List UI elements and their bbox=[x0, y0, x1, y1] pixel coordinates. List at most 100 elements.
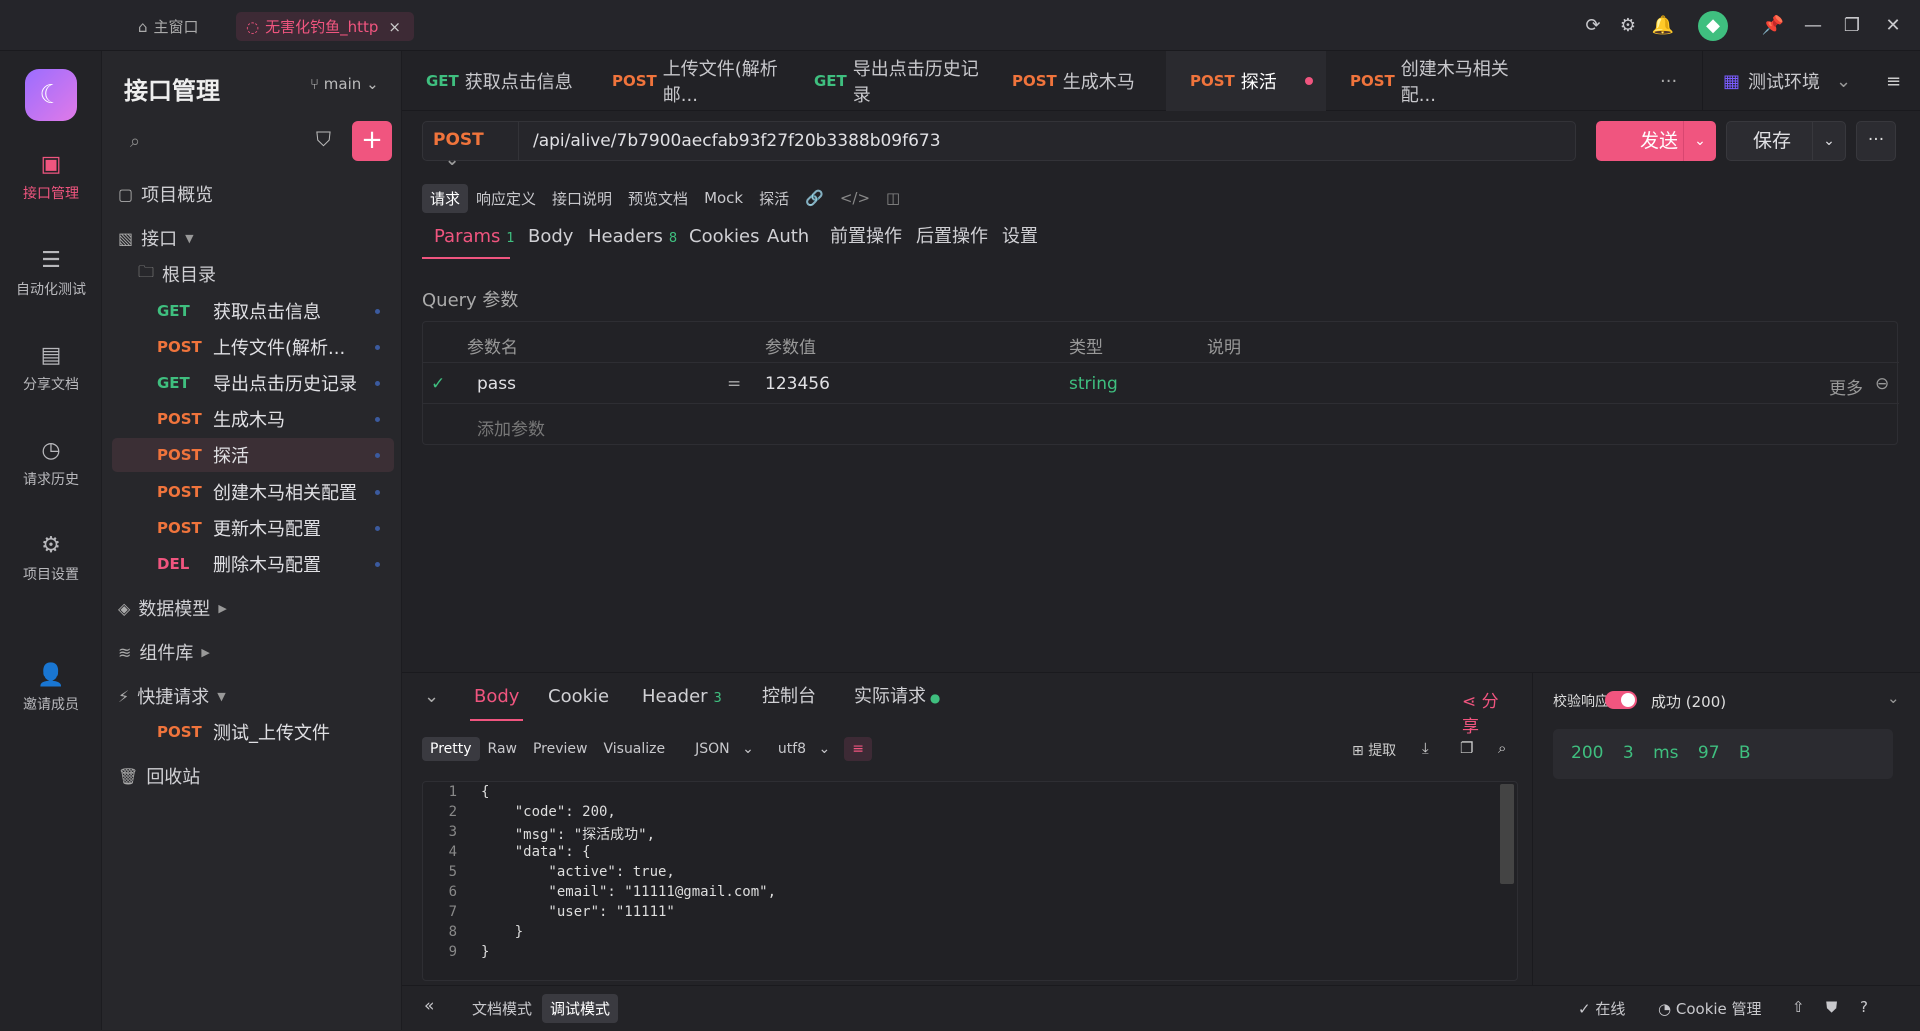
nav-share-doc[interactable]: ▤ 分享文档 bbox=[0, 343, 102, 394]
more-options-icon[interactable]: ··· bbox=[1856, 121, 1896, 161]
avatar[interactable]: ◆ bbox=[1698, 11, 1728, 41]
collapse-icon[interactable]: ⌄ bbox=[424, 673, 439, 721]
share-button[interactable]: ⋖ 分享 bbox=[1462, 687, 1512, 737]
param-name[interactable]: pass bbox=[477, 374, 516, 394]
search-icon[interactable]: ⌕ bbox=[1498, 739, 1506, 757]
request-tab[interactable]: POST 生成木马 bbox=[988, 51, 1166, 111]
api-item[interactable]: GET 导出点击历史记录 bbox=[112, 366, 394, 400]
upload-icon[interactable]: ⇧ bbox=[1792, 998, 1805, 1016]
chevron-down-icon[interactable]: ⌄ bbox=[1887, 689, 1900, 707]
subtab-preview[interactable]: 预览文档 bbox=[620, 184, 696, 213]
more-tabs-icon[interactable]: ··· bbox=[1650, 51, 1690, 111]
download-icon[interactable]: ⤓ bbox=[1422, 739, 1429, 757]
tab-body[interactable]: Body bbox=[528, 217, 573, 259]
online-status[interactable]: ✓ 在线 bbox=[1578, 998, 1625, 1019]
search-input[interactable]: ⌕ bbox=[116, 121, 306, 161]
project-tab[interactable]: ◌ 无害化钓鱼_http × bbox=[236, 12, 414, 41]
resp-tab-actual[interactable]: 实际请求 ● bbox=[854, 673, 940, 721]
fmt-raw[interactable]: Raw bbox=[480, 737, 525, 761]
subtab-mock[interactable]: Mock bbox=[696, 185, 751, 211]
add-button[interactable]: + bbox=[352, 121, 392, 161]
bell-icon[interactable]: 🔔 bbox=[1649, 12, 1677, 40]
refresh-icon[interactable]: ⟳ bbox=[1579, 12, 1607, 40]
lang-select[interactable]: JSON ⌄ bbox=[679, 737, 762, 761]
fmt-preview[interactable]: Preview bbox=[525, 737, 596, 761]
pin-icon[interactable]: 📌 bbox=[1759, 12, 1787, 40]
api-item[interactable]: POST 更新木马配置 bbox=[112, 511, 394, 545]
save-dropdown-icon[interactable]: ⌄ bbox=[1812, 122, 1845, 160]
tab-params[interactable]: Params 1 bbox=[422, 217, 515, 259]
menu-icon[interactable]: ≡ bbox=[1878, 51, 1918, 111]
request-tab[interactable]: GET 获取点击信息 bbox=[402, 51, 588, 111]
close-window-icon[interactable]: ✕ bbox=[1879, 12, 1907, 40]
nav-automation[interactable]: ☰ 自动化测试 bbox=[0, 248, 102, 299]
extract-button[interactable]: ⊞ 提取 bbox=[1352, 740, 1396, 760]
api-item[interactable]: POST 测试_上传文件 bbox=[112, 715, 394, 749]
subtab-alive[interactable]: 探活 bbox=[751, 184, 797, 213]
sidebar-item-apis[interactable]: ▧ 接口 ▼ bbox=[112, 221, 394, 255]
sidebar-item-root[interactable]: 🗀 根目录 bbox=[112, 257, 394, 291]
api-item[interactable]: DEL 删除木马配置 bbox=[112, 547, 394, 581]
fmt-pretty[interactable]: Pretty bbox=[422, 737, 480, 761]
sidebar-item-quick[interactable]: ⚡ 快捷请求 ▼ bbox=[112, 679, 394, 713]
env-selector[interactable]: ▦ 测试环境 ⌄ bbox=[1702, 51, 1862, 111]
tab-auth[interactable]: Auth bbox=[767, 217, 809, 259]
resp-tab-header[interactable]: Header 3 bbox=[642, 673, 722, 721]
collapse-sidebar-icon[interactable]: « bbox=[424, 996, 434, 1016]
nav-api-management[interactable]: ▣ 接口管理 bbox=[0, 152, 102, 203]
tab-post-ops[interactable]: 后置操作 bbox=[916, 217, 988, 259]
nav-settings[interactable]: ⚙ 项目设置 bbox=[0, 533, 102, 584]
param-more[interactable]: 更多 bbox=[1829, 374, 1863, 399]
save-button[interactable]: 保存 ⌄ bbox=[1726, 121, 1846, 161]
fmt-visualize[interactable]: Visualize bbox=[595, 737, 673, 761]
subtab-request[interactable]: 请求 bbox=[422, 183, 469, 213]
filter-icon[interactable]: ⛉ bbox=[316, 127, 331, 151]
validate-toggle[interactable] bbox=[1605, 691, 1637, 709]
cookie-management[interactable]: ◔ Cookie 管理 bbox=[1658, 998, 1762, 1019]
tab-pre-ops[interactable]: 前置操作 bbox=[830, 217, 902, 259]
param-value[interactable]: 123456 bbox=[765, 374, 830, 394]
link-icon[interactable]: 🔗 bbox=[797, 185, 832, 211]
tab-cookies[interactable]: Cookies bbox=[689, 217, 759, 259]
send-dropdown-icon[interactable]: ⌄ bbox=[1683, 121, 1716, 161]
resp-tab-console[interactable]: 控制台 bbox=[762, 673, 816, 721]
api-item[interactable]: POST 创建木马相关配置 bbox=[112, 475, 394, 509]
tab-settings[interactable]: 设置 bbox=[1002, 217, 1038, 259]
gear-icon[interactable]: ⚙ bbox=[1614, 12, 1642, 40]
request-tab-active[interactable]: POST 探活 bbox=[1166, 51, 1326, 111]
tab-headers[interactable]: Headers 8 bbox=[588, 217, 677, 259]
sidebar-item-overview[interactable]: ▢ 项目概览 bbox=[112, 177, 394, 211]
encoding-select[interactable]: utf8 ⌄ bbox=[762, 737, 838, 761]
restore-icon[interactable]: ❐ bbox=[1838, 12, 1866, 40]
request-tab[interactable]: GET 导出点击历史记录 bbox=[790, 51, 988, 111]
panel-icon[interactable]: ◫ bbox=[878, 185, 908, 211]
method-select[interactable]: POST ⌄ bbox=[423, 122, 519, 170]
request-tab[interactable]: POST 创建木马相关配... bbox=[1326, 51, 1536, 111]
doc-mode-button[interactable]: 文档模式 bbox=[464, 994, 540, 1023]
nav-invite[interactable]: 👤 邀请成员 bbox=[0, 663, 102, 714]
code-icon[interactable]: </> bbox=[832, 185, 878, 211]
check-icon[interactable]: ✓ bbox=[431, 374, 445, 394]
param-type[interactable]: string bbox=[1069, 374, 1118, 394]
subtab-response-def[interactable]: 响应定义 bbox=[468, 184, 544, 213]
close-tab-icon[interactable]: × bbox=[388, 18, 401, 36]
remove-icon[interactable]: ⊖ bbox=[1875, 374, 1889, 394]
api-item[interactable]: GET 获取点击信息 bbox=[112, 294, 394, 328]
send-button[interactable]: 发送 ⌄ bbox=[1596, 121, 1716, 161]
sidebar-item-data-model[interactable]: ◈ 数据模型 ▶ bbox=[112, 591, 394, 625]
subtab-api-doc[interactable]: 接口说明 bbox=[544, 184, 620, 213]
api-item[interactable]: POST 上传文件(解析... bbox=[112, 330, 394, 364]
api-item[interactable]: POST 生成木马 bbox=[112, 402, 394, 436]
home-tab[interactable]: ⌂ 主窗口 bbox=[128, 12, 209, 41]
debug-mode-button[interactable]: 调试模式 bbox=[542, 994, 619, 1023]
sidebar-item-trash[interactable]: 🗑 回收站 bbox=[112, 759, 394, 793]
branch-selector[interactable]: ⑂ main ⌄ bbox=[310, 75, 379, 93]
request-tab[interactable]: POST 上传文件(解析邮... bbox=[588, 51, 790, 111]
nav-history[interactable]: ◷ 请求历史 bbox=[0, 438, 102, 489]
wrap-icon[interactable]: ≡ bbox=[844, 737, 872, 761]
shirt-icon[interactable]: ⛊ bbox=[1826, 998, 1837, 1016]
help-icon[interactable]: ? bbox=[1860, 998, 1868, 1016]
copy-icon[interactable]: ❐ bbox=[1460, 739, 1473, 757]
resp-tab-cookie[interactable]: Cookie bbox=[548, 673, 609, 721]
minimize-icon[interactable]: — bbox=[1799, 12, 1827, 40]
